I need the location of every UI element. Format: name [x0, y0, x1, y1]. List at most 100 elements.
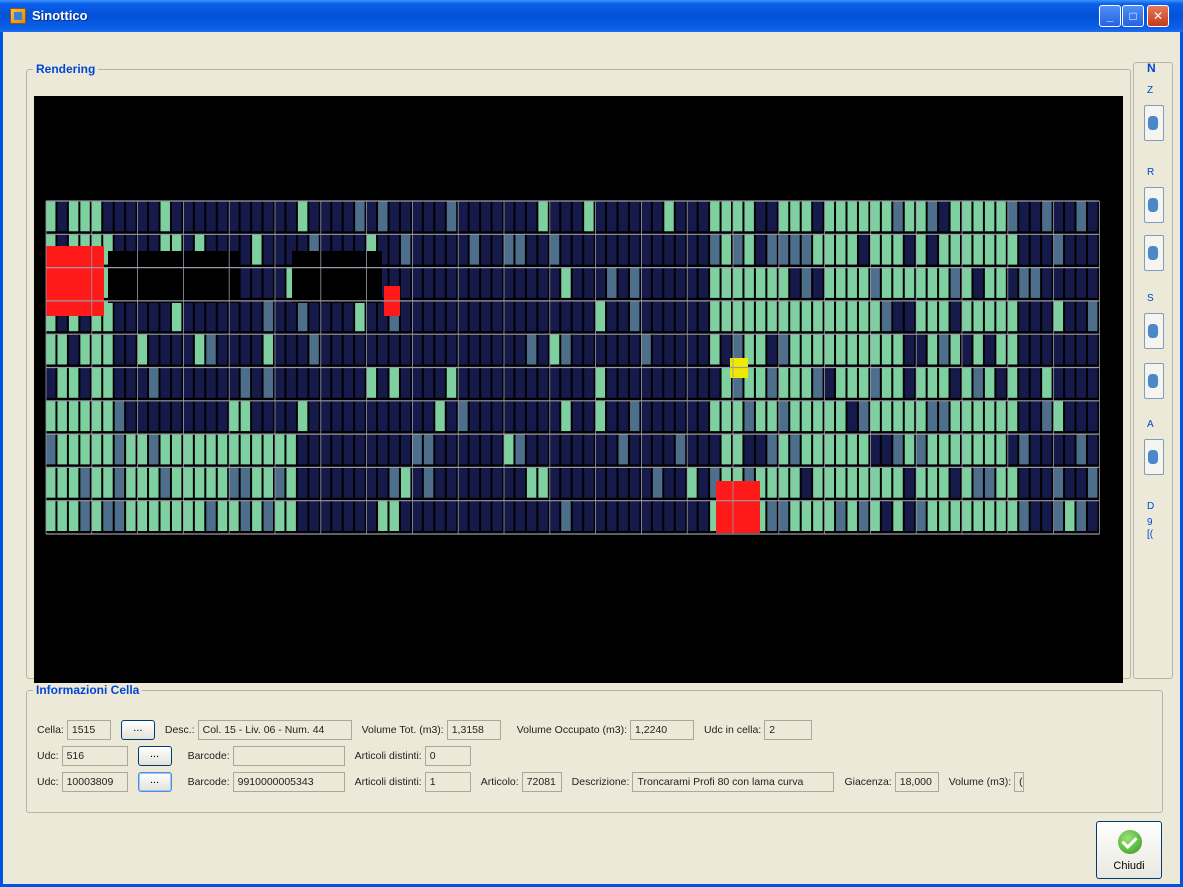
rack-slot[interactable] — [149, 300, 159, 332]
rack-slot[interactable] — [927, 467, 938, 498]
rack-slot[interactable] — [183, 367, 193, 398]
rack-slot[interactable] — [710, 434, 720, 465]
rack-slot[interactable] — [1087, 300, 1098, 332]
rack-slot[interactable] — [836, 400, 846, 432]
rack-slot[interactable] — [916, 467, 926, 498]
rack-slot[interactable] — [767, 367, 777, 398]
rack-slot[interactable] — [629, 234, 640, 265]
rack-slot[interactable] — [446, 400, 457, 432]
rack-slot[interactable] — [538, 367, 548, 398]
rack-slot[interactable] — [183, 400, 193, 432]
rack-slot[interactable] — [355, 300, 365, 332]
rack-slot[interactable] — [710, 300, 720, 332]
rack-slot[interactable] — [950, 300, 960, 332]
rack-slot[interactable] — [458, 434, 468, 465]
rack-slot[interactable] — [194, 400, 205, 432]
rack-slot[interactable] — [858, 500, 869, 531]
rack-slot[interactable] — [263, 334, 273, 365]
rack-slot[interactable] — [217, 400, 228, 432]
rack-slot[interactable] — [538, 434, 548, 465]
rack-slot[interactable] — [973, 400, 983, 432]
rack-slot[interactable] — [561, 500, 571, 531]
rack-slot[interactable] — [1007, 234, 1018, 265]
rack-slot[interactable] — [916, 400, 926, 432]
rack-slot[interactable] — [698, 267, 709, 298]
rack-slot[interactable] — [870, 434, 880, 465]
rack-slot[interactable] — [400, 201, 411, 232]
rack-slot[interactable] — [836, 267, 846, 298]
rack-slot[interactable] — [332, 201, 342, 232]
rack-slot[interactable] — [160, 500, 170, 531]
rack-slot[interactable] — [275, 400, 285, 432]
rack-slot[interactable] — [355, 334, 365, 365]
rack-slot[interactable] — [584, 267, 594, 298]
rack-slot[interactable] — [790, 434, 800, 465]
rack-slot[interactable] — [687, 467, 697, 498]
udc-browse-button-1[interactable]: ... — [137, 746, 172, 766]
rack-slot-alert[interactable] — [716, 481, 760, 533]
rack-slot[interactable] — [950, 334, 960, 365]
rack-slot[interactable] — [171, 300, 182, 332]
rack-slot[interactable] — [1087, 467, 1098, 498]
rack-slot[interactable] — [91, 400, 102, 432]
rack-slot[interactable] — [46, 500, 56, 531]
rack-slot[interactable] — [252, 367, 262, 398]
rack-slot[interactable] — [355, 201, 365, 232]
rack-slot[interactable] — [252, 234, 262, 265]
rack-slot[interactable] — [206, 300, 216, 332]
rack-slot[interactable] — [160, 201, 170, 232]
rack-slot[interactable] — [46, 400, 56, 432]
rack-slot[interactable] — [904, 234, 915, 265]
rack-slot[interactable] — [858, 300, 869, 332]
rack-slot[interactable] — [263, 234, 273, 265]
rack-slot[interactable] — [206, 400, 216, 432]
rack-slot[interactable] — [950, 267, 960, 298]
rack-slot[interactable] — [217, 367, 228, 398]
rack-slot[interactable] — [984, 300, 995, 332]
rack-slot[interactable] — [263, 500, 273, 531]
rack-slot[interactable] — [332, 434, 342, 465]
rack-slot[interactable] — [962, 434, 972, 465]
rack-slot[interactable] — [1053, 367, 1064, 398]
rack-slot[interactable] — [607, 467, 617, 498]
rack-slot[interactable] — [984, 334, 995, 365]
rack-slot[interactable] — [1087, 267, 1098, 298]
volume-occupato-field[interactable]: 1,2240 — [630, 720, 695, 740]
rack-slot[interactable] — [538, 467, 548, 498]
rack-slot[interactable] — [1019, 367, 1029, 398]
rack-slot[interactable] — [275, 500, 285, 531]
rack-slot[interactable] — [962, 367, 972, 398]
rack-slot[interactable] — [916, 267, 926, 298]
rack-slot[interactable] — [469, 500, 480, 531]
rack-slot[interactable] — [366, 334, 377, 365]
rack-slot[interactable] — [126, 500, 136, 531]
rack-slot[interactable] — [57, 201, 67, 232]
rack-slot[interactable] — [939, 500, 949, 531]
rack-slot[interactable] — [400, 300, 411, 332]
rack-slot[interactable] — [1053, 467, 1064, 498]
rack-slot[interactable] — [458, 334, 468, 365]
cella-browse-button[interactable]: ... — [120, 720, 155, 740]
rack-slot[interactable] — [767, 334, 777, 365]
rack-slot[interactable] — [80, 500, 90, 531]
rack-slot[interactable] — [836, 500, 846, 531]
rack-slot[interactable] — [68, 434, 79, 465]
rack-slot[interactable] — [297, 300, 308, 332]
rack-slot[interactable] — [538, 234, 548, 265]
warehouse-rack-view[interactable] — [34, 96, 1123, 683]
rack-slot[interactable] — [595, 267, 606, 298]
rack-slot[interactable] — [858, 267, 869, 298]
rack-slot[interactable] — [939, 400, 949, 432]
rack-slot[interactable] — [435, 434, 445, 465]
articolo-field[interactable]: 72081 — [521, 772, 562, 792]
rack-slot[interactable] — [400, 267, 411, 298]
rack-slot[interactable] — [950, 234, 960, 265]
rack-slot[interactable] — [469, 267, 480, 298]
rack-slot[interactable] — [526, 267, 537, 298]
rack-slot[interactable] — [57, 400, 67, 432]
rack-slot[interactable] — [733, 434, 743, 465]
rack-slot[interactable] — [962, 500, 972, 531]
rack-slot[interactable] — [710, 334, 720, 365]
rack-slot[interactable] — [755, 367, 766, 398]
rack-slot[interactable] — [858, 400, 869, 432]
